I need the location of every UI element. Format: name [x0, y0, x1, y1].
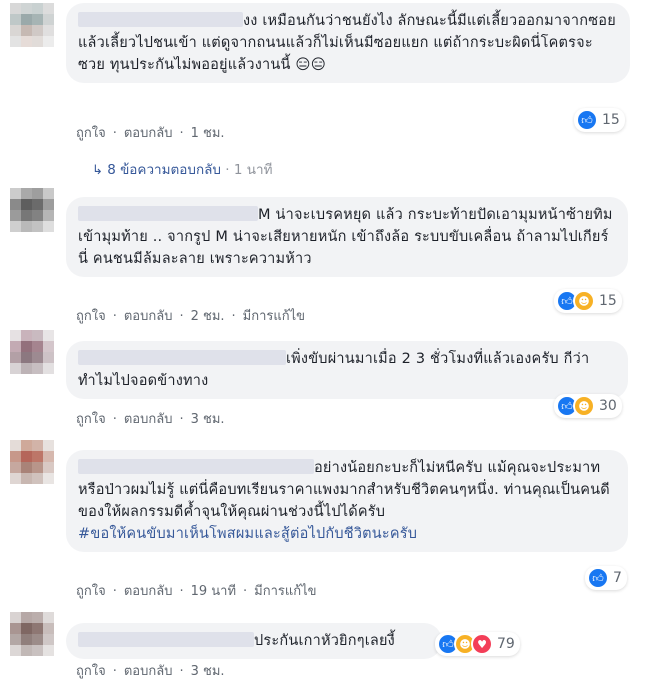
reaction-summary[interactable]: 👍︎ ☻ ♥ 79 [435, 632, 520, 656]
reaction-count: 7 [613, 570, 622, 586]
separator-dot: · [179, 412, 184, 427]
timestamp-link[interactable]: 3 ชม. [191, 408, 225, 429]
comment-bubble: เพิ่งขับผ่านมาเมื่อ 2 3 ชั่วโมงที่แล้วเอ… [66, 341, 628, 399]
blurred-author-name[interactable] [78, 632, 254, 647]
comment-bubble: ประกันเกาหัวยิกๆเลยงี้ [66, 623, 442, 659]
reply-link[interactable]: ตอบกลับ [124, 580, 173, 601]
reaction-count: 15 [602, 112, 620, 128]
reaction-count: 30 [599, 398, 617, 414]
timestamp-link[interactable]: 3 ชม. [191, 660, 225, 681]
reaction-count: 15 [599, 293, 617, 309]
blurred-author-name[interactable] [78, 350, 286, 365]
timestamp-link[interactable]: 1 ชม. [191, 122, 225, 143]
reply-link[interactable]: ตอบกลับ [124, 122, 173, 143]
separator-dot: · [112, 126, 117, 141]
reply-arrow-icon: ↳ [92, 163, 103, 178]
reaction-summary[interactable]: 👍︎ ☻ 15 [554, 289, 622, 313]
love-reaction-icon: ♥ [471, 633, 493, 655]
reply-link[interactable]: ตอบกลับ [124, 305, 173, 326]
like-link[interactable]: ถูกใจ [76, 580, 106, 601]
view-replies-link[interactable]: ↳ 8 ข้อความตอบกลับ · 1 นาที [92, 158, 272, 180]
separator-dot: · [179, 126, 184, 141]
comment-bubble: M น่าจะเบรคหยุด แล้ว กระบะท้ายปัดเอามุมห… [66, 197, 628, 277]
separator-dot: · [225, 162, 230, 178]
reply-link[interactable]: ตอบกลับ [124, 660, 173, 681]
haha-reaction-icon: ☻ [573, 290, 595, 312]
avatar[interactable] [10, 440, 54, 484]
avatar[interactable] [10, 330, 54, 374]
timestamp-link[interactable]: 19 นาที [191, 580, 236, 601]
comment-bubble: งง เหมือนกันว่าชนยังไง ลักษณะนี้มีแต่เลี… [66, 3, 630, 83]
replies-time: 1 นาที [233, 162, 273, 178]
replies-count-label: 8 ข้อความตอบกลับ [107, 162, 221, 178]
avatar[interactable] [10, 3, 54, 47]
blurred-author-name[interactable] [78, 12, 243, 27]
separator-dot: · [231, 309, 236, 324]
like-link[interactable]: ถูกใจ [76, 305, 106, 326]
edited-label[interactable]: มีการแก้ไข [243, 305, 305, 326]
separator-dot: · [112, 664, 117, 679]
like-link[interactable]: ถูกใจ [76, 660, 106, 681]
like-reaction-icon: 👍︎ [587, 567, 609, 589]
separator-dot: · [112, 309, 117, 324]
like-reaction-icon: 👍︎ [576, 109, 598, 131]
like-link[interactable]: ถูกใจ [76, 122, 106, 143]
separator-dot: · [179, 584, 184, 599]
separator-dot: · [112, 584, 117, 599]
separator-dot: · [243, 584, 248, 599]
blurred-author-name[interactable] [78, 206, 258, 221]
like-link[interactable]: ถูกใจ [76, 408, 106, 429]
reaction-summary[interactable]: 👍︎ 7 [585, 566, 627, 590]
separator-dot: · [179, 309, 184, 324]
edited-label[interactable]: มีการแก้ไข [254, 580, 316, 601]
separator-dot: · [179, 664, 184, 679]
avatar[interactable] [10, 188, 54, 232]
reply-link[interactable]: ตอบกลับ [124, 408, 173, 429]
blurred-author-name[interactable] [78, 459, 314, 474]
reaction-count: 79 [497, 636, 515, 652]
separator-dot: · [112, 412, 117, 427]
comment-bubble: อย่างน้อยกะบะก็ไม่หนีครับ แม้คุณจะประมาท… [66, 450, 628, 552]
reaction-summary[interactable]: 👍︎ 15 [574, 108, 625, 132]
avatar[interactable] [10, 612, 54, 656]
hashtag-link[interactable]: #ขอให้คนขับมาเห็นโพสผมและสู้ต่อไปกับชีวิ… [78, 526, 417, 542]
reaction-summary[interactable]: 👍︎ ☻ 30 [554, 394, 622, 418]
comment-text: ประกันเกาหัวยิกๆเลยงี้ [254, 633, 395, 649]
timestamp-link[interactable]: 2 ชม. [191, 305, 225, 326]
haha-reaction-icon: ☻ [573, 395, 595, 417]
